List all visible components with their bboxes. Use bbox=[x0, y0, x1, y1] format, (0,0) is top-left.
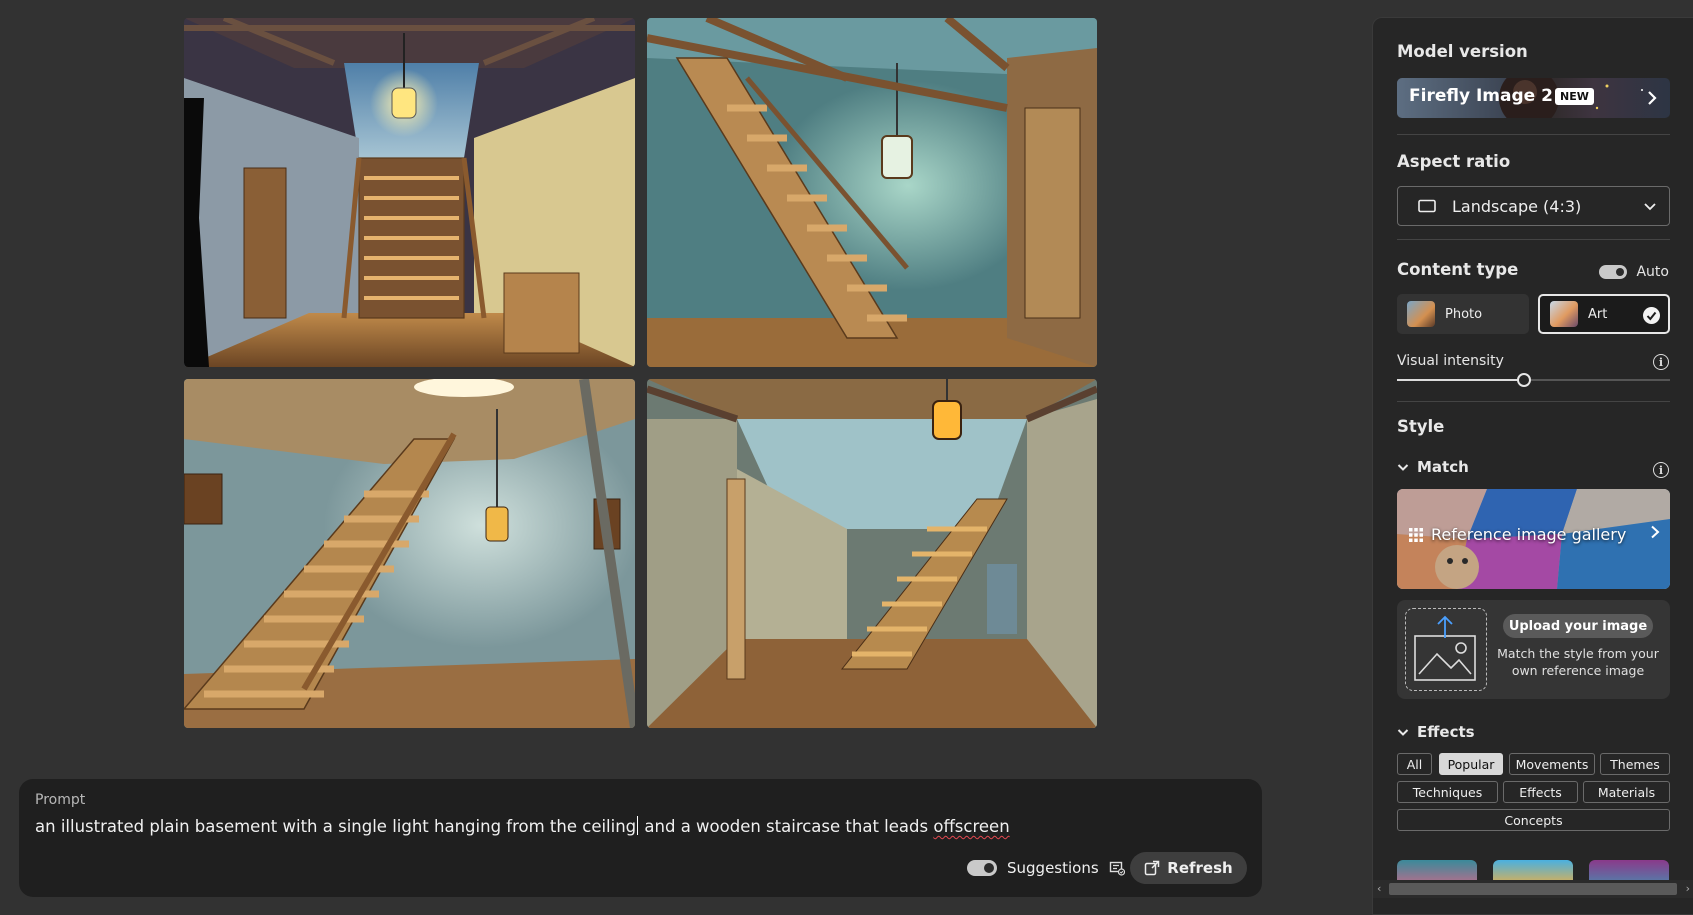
auto-toggle-control: Auto bbox=[1599, 264, 1669, 280]
aspect-ratio-value: Landscape (4:3) bbox=[1452, 196, 1582, 216]
text-caret bbox=[637, 816, 639, 835]
effects-horizontal-scrollbar[interactable]: ‹ › bbox=[1373, 880, 1693, 898]
new-badge: NEW bbox=[1555, 88, 1594, 105]
scrollbar-thumb[interactable] bbox=[1389, 883, 1677, 895]
upload-description: Match the style from your own reference … bbox=[1497, 646, 1659, 678]
info-icon[interactable]: i bbox=[1653, 462, 1669, 478]
auto-toggle[interactable] bbox=[1599, 265, 1628, 279]
slider-handle[interactable] bbox=[1517, 373, 1531, 387]
divider bbox=[1397, 401, 1670, 402]
gallery-label-row: Reference image gallery bbox=[1409, 525, 1626, 544]
effect-chip-concepts[interactable]: Concepts bbox=[1397, 809, 1670, 831]
prompt-label: Prompt bbox=[35, 792, 86, 808]
generated-image-1[interactable] bbox=[184, 18, 635, 367]
checkmark-icon bbox=[1643, 307, 1660, 324]
chevron-down-icon bbox=[1397, 728, 1409, 736]
slider-fill bbox=[1397, 379, 1524, 381]
match-label: Match bbox=[1417, 458, 1469, 476]
auto-label: Auto bbox=[1636, 264, 1669, 280]
refresh-label: Refresh bbox=[1167, 859, 1233, 877]
chevron-right-icon bbox=[1648, 91, 1657, 105]
misspelled-word[interactable]: offscreen bbox=[933, 817, 1009, 836]
suggestions-label: Suggestions bbox=[1007, 859, 1099, 877]
prompt-text-before-caret: an illustrated plain basement with a sin… bbox=[35, 817, 637, 836]
generated-image-4[interactable] bbox=[647, 379, 1097, 728]
aspect-ratio-heading: Aspect ratio bbox=[1397, 152, 1511, 171]
effect-chip-popular[interactable]: Popular bbox=[1439, 753, 1503, 775]
landscape-frame-icon bbox=[1418, 199, 1436, 213]
suggestions-control: Suggestions bbox=[967, 859, 1125, 877]
effects-section-toggle[interactable]: Effects bbox=[1397, 723, 1475, 741]
effect-chip-techniques[interactable]: Techniques bbox=[1397, 781, 1498, 803]
content-type-art-label: Art bbox=[1588, 306, 1608, 322]
basement-illustration-1 bbox=[184, 18, 635, 367]
model-version-name: Firefly Image 2 bbox=[1409, 86, 1553, 106]
effect-chip-all[interactable]: All bbox=[1397, 753, 1432, 775]
content-type-photo[interactable]: Photo bbox=[1397, 294, 1529, 334]
upload-image-button[interactable]: Upload your image bbox=[1503, 614, 1653, 638]
settings-panel: Model version Firefly Image 2 NEW Aspect… bbox=[1372, 17, 1693, 915]
refresh-icon bbox=[1145, 860, 1160, 876]
info-icon[interactable]: i bbox=[1653, 354, 1669, 370]
effect-chip-effects[interactable]: Effects bbox=[1503, 781, 1578, 803]
basement-illustration-3 bbox=[184, 379, 635, 728]
image-upload-icon bbox=[1414, 615, 1476, 681]
chevron-down-icon bbox=[1644, 203, 1656, 211]
scroll-left-icon[interactable]: ‹ bbox=[1377, 882, 1381, 895]
refresh-button[interactable]: Refresh bbox=[1130, 852, 1247, 884]
generated-image-3[interactable] bbox=[184, 379, 635, 728]
visual-intensity-slider[interactable] bbox=[1397, 372, 1670, 388]
upload-reference-card: Upload your image Match the style from y… bbox=[1397, 600, 1670, 699]
photo-thumbnail bbox=[1407, 301, 1435, 327]
chevron-down-icon bbox=[1397, 463, 1409, 471]
basement-illustration-2 bbox=[647, 18, 1097, 367]
generated-image-2[interactable] bbox=[647, 18, 1097, 367]
style-heading: Style bbox=[1397, 417, 1445, 436]
match-section-toggle[interactable]: Match bbox=[1397, 458, 1469, 476]
scroll-right-icon[interactable]: › bbox=[1686, 882, 1690, 895]
prompt-input[interactable]: an illustrated plain basement with a sin… bbox=[35, 816, 1010, 836]
content-type-photo-label: Photo bbox=[1445, 306, 1483, 322]
model-version-heading: Model version bbox=[1397, 42, 1528, 61]
gallery-label: Reference image gallery bbox=[1431, 525, 1627, 544]
aspect-ratio-dropdown[interactable]: Landscape (4:3) bbox=[1397, 186, 1670, 226]
chevron-right-icon bbox=[1651, 525, 1660, 539]
effects-label: Effects bbox=[1417, 723, 1475, 741]
content-type-heading: Content type bbox=[1397, 260, 1519, 279]
divider bbox=[1397, 239, 1670, 240]
model-version-selector[interactable]: Firefly Image 2 NEW bbox=[1397, 78, 1670, 118]
effect-chip-movements[interactable]: Movements bbox=[1509, 753, 1595, 775]
visual-intensity-label: Visual intensity bbox=[1397, 353, 1504, 369]
content-type-art[interactable]: Art bbox=[1538, 294, 1670, 334]
divider bbox=[1397, 134, 1670, 135]
slider-track bbox=[1524, 379, 1670, 381]
art-thumbnail bbox=[1550, 301, 1578, 327]
suggestions-toggle[interactable] bbox=[967, 860, 997, 876]
basement-illustration-4 bbox=[647, 379, 1097, 728]
effect-chip-materials[interactable]: Materials bbox=[1583, 781, 1670, 803]
prompt-text-after-caret: and a wooden staircase that leads bbox=[639, 817, 934, 836]
upload-dropzone[interactable] bbox=[1405, 608, 1487, 691]
prompt-bar: Prompt an illustrated plain basement wit… bbox=[19, 779, 1262, 897]
grid-icon bbox=[1409, 527, 1423, 542]
effect-chip-themes[interactable]: Themes bbox=[1600, 753, 1670, 775]
reference-image-gallery[interactable]: Reference image gallery bbox=[1397, 489, 1670, 589]
suggestions-settings-icon[interactable] bbox=[1109, 860, 1125, 876]
